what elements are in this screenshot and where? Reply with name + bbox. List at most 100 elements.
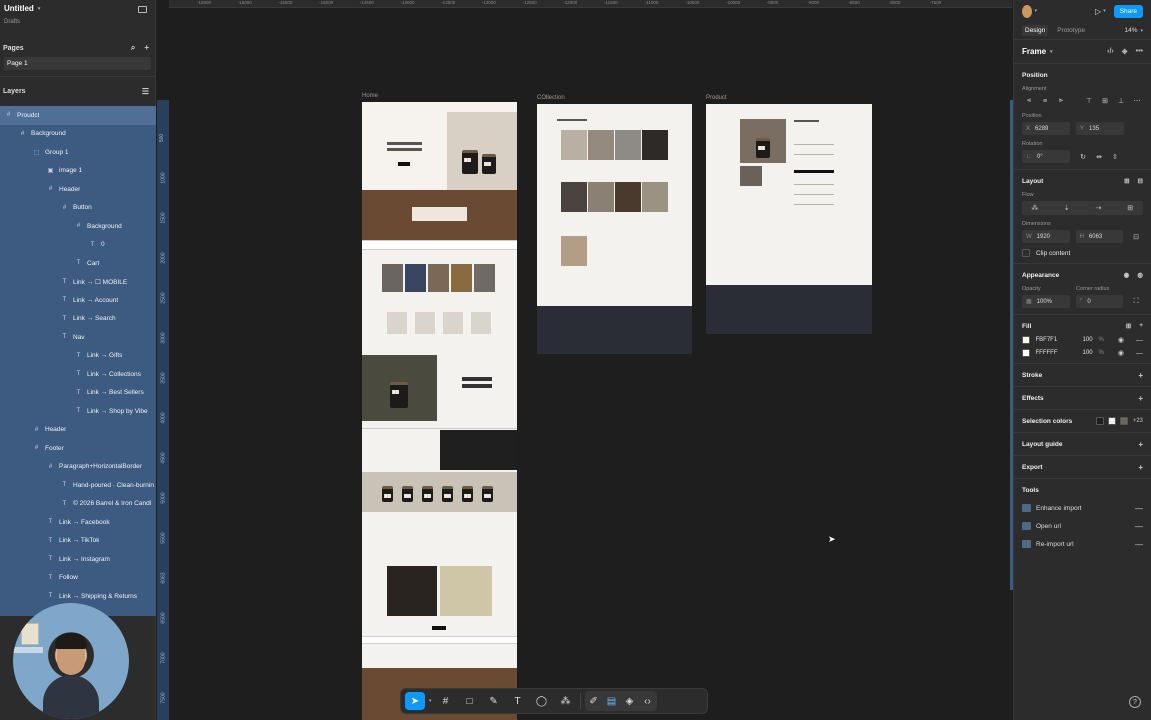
plugin-tool-item[interactable]: Enhance import — <box>1022 499 1143 517</box>
zoom-level[interactable]: 14% <box>1124 27 1137 34</box>
align-right-icon[interactable]: ⫸ <box>1054 95 1068 107</box>
styles-grid-icon[interactable]: ⊞ <box>1126 322 1131 330</box>
tab-prototype[interactable]: Prototype <box>1057 27 1085 34</box>
chevron-down-icon[interactable]: ▾ <box>1140 28 1143 34</box>
align-left-icon[interactable]: ⫷ <box>1022 95 1036 107</box>
frame-label-home[interactable]: Home <box>362 93 378 99</box>
component-icon[interactable]: ✥ <box>1122 48 1128 56</box>
layer-item[interactable]: T © 2026 Barrel & Iron Candl <box>0 495 156 514</box>
canvas[interactable]: Home COllection Product ➤ <box>169 8 1012 720</box>
align-bottom-icon[interactable]: ⊥ <box>1114 95 1128 107</box>
design-mode-button[interactable]: ▤ <box>603 692 620 710</box>
frame-tool-button[interactable]: # <box>436 692 456 710</box>
add-layout-guide-icon[interactable]: + <box>1138 440 1143 449</box>
align-center-h-icon[interactable]: ≡ <box>1038 95 1052 107</box>
plugin-tool-item[interactable]: Re-import url — <box>1022 535 1143 553</box>
rotate-icon[interactable]: ↻ <box>1076 151 1090 163</box>
layer-item[interactable]: # Proudct <box>0 106 156 125</box>
layer-item[interactable]: T Link → Instagram <box>0 550 156 569</box>
layer-item[interactable]: # Paragraph+HorizontalBorder <box>0 458 156 477</box>
add-export-icon[interactable]: + <box>1138 463 1143 472</box>
layer-item[interactable]: # Header <box>0 180 156 199</box>
eye-icon[interactable]: ◉ <box>1118 336 1124 344</box>
layer-item[interactable]: T Link → Gifts <box>0 347 156 366</box>
add-fill-icon[interactable]: + <box>1139 322 1143 330</box>
text-tool-button[interactable]: T <box>508 692 528 710</box>
search-icon[interactable]: ⌕ <box>131 43 135 53</box>
eye-icon[interactable]: ◉ <box>1124 271 1130 279</box>
clip-content-checkbox[interactable] <box>1022 249 1030 257</box>
align-center-v-icon[interactable]: ⊞ <box>1098 95 1112 107</box>
layer-item[interactable]: # Button <box>0 199 156 218</box>
layer-item[interactable]: # Background <box>0 125 156 144</box>
selection-color-swatch[interactable] <box>1119 417 1128 425</box>
remove-icon[interactable]: — <box>1135 522 1143 531</box>
layer-item[interactable]: T Link → ☐ MOBILE <box>0 273 156 292</box>
layer-item[interactable]: T Link → Collections <box>0 365 156 384</box>
remove-fill-icon[interactable]: — <box>1136 350 1143 357</box>
layer-item[interactable]: ⬚ Group 1 <box>0 143 156 162</box>
frame-selector[interactable]: Frame ▾ ‹/› ✥ ••• <box>1014 40 1151 64</box>
code-icon[interactable]: ‹/› <box>1107 48 1114 56</box>
auto-layout-icon[interactable]: ⊟ <box>1138 177 1143 185</box>
align-top-icon[interactable]: ⊤ <box>1082 95 1096 107</box>
frame-label-collection[interactable]: COllection <box>537 95 565 101</box>
remove-icon[interactable]: — <box>1135 504 1143 513</box>
y-field[interactable]: Y 135 <box>1076 122 1124 135</box>
actions-button[interactable]: ⁂ <box>556 692 576 710</box>
layer-item[interactable]: T Hand-poured · Clean-burnin <box>0 476 156 495</box>
remove-icon[interactable]: — <box>1135 540 1143 549</box>
blend-icon[interactable]: ◍ <box>1137 271 1143 279</box>
fill-row[interactable]: FBF7F1 100% ◉ — <box>1022 336 1143 344</box>
fill-opacity[interactable]: 100 <box>1083 337 1093 343</box>
share-button[interactable]: Share <box>1113 4 1143 18</box>
comment-tool-button[interactable]: ◯ <box>532 692 552 710</box>
flip-horizontal-icon[interactable]: ⇹ <box>1092 151 1106 163</box>
move-tool-button[interactable]: ➤ <box>405 692 425 710</box>
layer-item[interactable]: T Link → Search <box>0 310 156 329</box>
dev-mode-button[interactable]: ‹› <box>640 692 656 710</box>
plugin-tool-item[interactable]: Open url — <box>1022 517 1143 535</box>
chevron-down-icon[interactable]: ▾ <box>429 698 432 704</box>
layer-item[interactable]: ▣ image 1 <box>0 162 156 181</box>
frame-product[interactable] <box>706 104 872 334</box>
shape-tool-button[interactable]: □ <box>460 692 480 710</box>
distribute-icon[interactable]: ⋯ <box>1130 95 1144 107</box>
add-stroke-icon[interactable]: + <box>1138 371 1143 380</box>
chevron-down-icon[interactable]: ▾ <box>1034 8 1037 14</box>
fill-opacity[interactable]: 100 <box>1083 350 1093 356</box>
more-icon[interactable]: ••• <box>1136 48 1143 56</box>
frame-collection[interactable] <box>537 104 692 354</box>
flip-vertical-icon[interactable]: ⇳ <box>1108 151 1122 163</box>
file-title[interactable]: Untitled ▾ <box>4 4 151 13</box>
fill-swatch[interactable] <box>1022 336 1030 344</box>
fill-row[interactable]: FFFFFF 100% ◉ — <box>1022 349 1143 357</box>
fill-hex[interactable]: FFFFFF <box>1036 350 1069 356</box>
layer-item[interactable]: T Follow <box>0 569 156 588</box>
layer-item[interactable]: T Cart <box>0 254 156 273</box>
layer-item[interactable]: T Link → Facebook <box>0 513 156 532</box>
layer-item[interactable]: # Footer <box>0 439 156 458</box>
page-item-1[interactable]: Page 1 <box>4 57 151 70</box>
frame-home[interactable] <box>362 102 517 720</box>
present-play-icon[interactable]: ▷ <box>1095 7 1101 16</box>
tab-design[interactable]: Design <box>1022 25 1049 36</box>
layer-item[interactable]: # Background <box>0 217 156 236</box>
layer-item[interactable]: # Header <box>0 421 156 440</box>
layer-item[interactable]: T Link → TikTok <box>0 532 156 551</box>
freeform-icon[interactable]: ⁂ <box>1028 202 1042 214</box>
list-icon[interactable]: ☰ <box>142 87 149 96</box>
avatar[interactable] <box>1022 4 1033 18</box>
layer-item[interactable]: T0 <box>0 236 156 255</box>
rotation-field[interactable]: ∟ 0° <box>1022 150 1070 163</box>
grid-icon[interactable]: ⊞ <box>1124 177 1129 185</box>
remove-fill-icon[interactable]: — <box>1136 337 1143 344</box>
sidebar-toggle-icon[interactable] <box>138 6 147 13</box>
add-effect-icon[interactable]: + <box>1138 394 1143 403</box>
selection-color-swatch[interactable] <box>1095 417 1104 425</box>
add-page-icon[interactable]: + <box>144 43 149 53</box>
layer-item[interactable]: T Link → Account <box>0 291 156 310</box>
fill-hex[interactable]: FBF7F1 <box>1036 337 1069 343</box>
vertical-flow-icon[interactable]: ⇣ <box>1060 202 1074 214</box>
eye-icon[interactable]: ◉ <box>1118 349 1124 357</box>
